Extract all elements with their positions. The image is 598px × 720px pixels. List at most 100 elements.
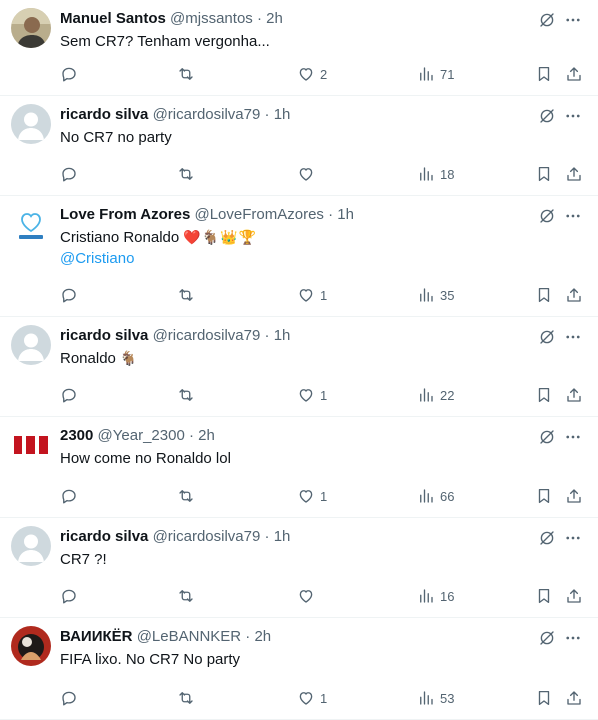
tweet[interactable]: Manuel Santos @mjssantos · 2h Sem CR7? T… (0, 0, 598, 96)
views-button[interactable]: 35 (417, 285, 454, 305)
tweet[interactable]: ricardo silva @ricardosilva79 · 1h Ronal… (0, 317, 598, 417)
like-button[interactable]: 1 (297, 486, 327, 506)
timestamp[interactable]: 2h (266, 10, 283, 27)
like-button[interactable] (297, 586, 320, 606)
retweet-icon (179, 590, 193, 602)
display-name[interactable]: ricardo silva (60, 528, 148, 545)
reply-icon (62, 288, 76, 303)
bookmark-button[interactable] (535, 486, 553, 506)
user-handle[interactable]: @LeBANNKER (137, 628, 241, 645)
retweet-button[interactable] (177, 486, 200, 506)
bookmark-icon (538, 387, 550, 403)
display-name[interactable]: ricardo silva (60, 327, 148, 344)
grok-icon[interactable] (538, 328, 556, 346)
user-handle[interactable]: @ricardosilva79 (153, 528, 261, 545)
views-button[interactable]: 53 (417, 688, 454, 708)
grok-icon[interactable] (538, 428, 556, 446)
share-button[interactable] (565, 64, 583, 84)
share-button[interactable] (565, 486, 583, 506)
avatar[interactable] (11, 104, 51, 144)
reply-button[interactable] (60, 486, 83, 506)
views-button[interactable]: 18 (417, 164, 454, 184)
share-button[interactable] (565, 285, 583, 305)
user-handle[interactable]: @ricardosilva79 (153, 327, 261, 344)
display-name[interactable]: ricardo silva (60, 106, 148, 123)
like-button[interactable]: 1 (297, 385, 327, 405)
retweet-button[interactable] (177, 586, 200, 606)
views-button[interactable]: 66 (417, 486, 454, 506)
bookmark-button[interactable] (535, 64, 553, 84)
retweet-button[interactable] (177, 285, 200, 305)
bookmark-button[interactable] (535, 285, 553, 305)
grok-icon[interactable] (538, 207, 556, 225)
mention-link[interactable]: @Cristiano (60, 248, 558, 269)
user-handle[interactable]: @ricardosilva79 (153, 106, 261, 123)
display-name[interactable]: Love From Azores (60, 206, 190, 223)
more-options-icon[interactable] (564, 328, 582, 346)
grok-icon[interactable] (538, 529, 556, 547)
bookmark-button[interactable] (535, 688, 553, 708)
grok-icon[interactable] (538, 107, 556, 125)
like-button[interactable]: 2 (297, 64, 327, 84)
reply-button[interactable] (60, 385, 83, 405)
share-button[interactable] (565, 164, 583, 184)
retweet-button[interactable] (177, 64, 200, 84)
share-button[interactable] (565, 688, 583, 708)
grok-icon[interactable] (538, 629, 556, 647)
tweet[interactable]: ВАИИКЁR @LeBANNKER · 2h FIFA lixo. No CR… (0, 618, 598, 720)
more-options-icon[interactable] (564, 428, 582, 446)
timestamp[interactable]: 2h (198, 427, 215, 444)
tweet[interactable]: ricardo silva @ricardosilva79 · 1h CR7 ?… (0, 518, 598, 618)
retweet-button[interactable] (177, 385, 200, 405)
avatar[interactable] (11, 526, 51, 566)
tweet-text-content: FIFA lixo. No CR7 No party (60, 651, 241, 668)
avatar[interactable] (11, 626, 51, 666)
reply-button[interactable] (60, 164, 83, 184)
views-button[interactable]: 71 (417, 64, 454, 84)
user-handle[interactable]: @Year_2300 (98, 427, 185, 444)
like-count: 1 (320, 387, 328, 403)
tweet-text: FIFA lixo. No CR7 No party (60, 649, 558, 670)
avatar[interactable] (11, 325, 51, 365)
retweet-button[interactable] (177, 688, 200, 708)
retweet-button[interactable] (177, 164, 200, 184)
reply-button[interactable] (60, 688, 83, 708)
more-options-icon[interactable] (564, 629, 582, 647)
like-button[interactable]: 1 (297, 688, 327, 708)
views-button[interactable]: 22 (417, 385, 454, 405)
view-count: 71 (440, 66, 455, 82)
bookmark-button[interactable] (535, 586, 553, 606)
timestamp[interactable]: 1h (274, 106, 291, 123)
like-button[interactable] (297, 164, 320, 184)
avatar[interactable] (11, 8, 51, 48)
display-name[interactable]: 2300 (60, 427, 93, 444)
display-name[interactable]: Manuel Santos (60, 10, 166, 27)
grok-icon[interactable] (538, 11, 556, 29)
user-handle[interactable]: @mjssantos (170, 10, 253, 27)
separator-dot: · (264, 528, 270, 545)
reply-button[interactable] (60, 285, 83, 305)
timestamp[interactable]: 1h (337, 206, 354, 223)
bookmark-button[interactable] (535, 164, 553, 184)
reply-button[interactable] (60, 586, 83, 606)
share-button[interactable] (565, 385, 583, 405)
user-handle[interactable]: @LoveFromAzores (194, 206, 323, 223)
bookmark-button[interactable] (535, 385, 553, 405)
tweet[interactable]: 2300 @Year_2300 · 2h How come no Ronaldo… (0, 417, 598, 518)
timestamp[interactable]: 1h (274, 528, 291, 545)
timestamp[interactable]: 1h (274, 327, 291, 344)
more-options-icon[interactable] (564, 11, 582, 29)
views-button[interactable]: 16 (417, 586, 454, 606)
avatar[interactable] (11, 204, 51, 244)
display-name[interactable]: ВАИИКЁR (60, 628, 133, 645)
more-options-icon[interactable] (564, 107, 582, 125)
more-options-icon[interactable] (564, 529, 582, 547)
timestamp[interactable]: 2h (254, 628, 271, 645)
tweet[interactable]: Love From Azores @LoveFromAzores · 1h Cr… (0, 196, 598, 317)
tweet[interactable]: ricardo silva @ricardosilva79 · 1h No CR… (0, 96, 598, 196)
more-options-icon[interactable] (564, 207, 582, 225)
reply-button[interactable] (60, 64, 83, 84)
avatar[interactable] (11, 425, 51, 465)
share-button[interactable] (565, 586, 583, 606)
like-button[interactable]: 1 (297, 285, 327, 305)
